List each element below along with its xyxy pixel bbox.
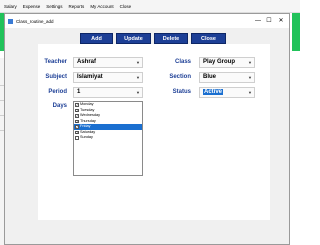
subject-label: Subject bbox=[45, 74, 67, 80]
minimize-button[interactable]: — bbox=[253, 16, 263, 26]
checkbox-icon[interactable] bbox=[75, 136, 79, 140]
class-label: Class bbox=[174, 59, 191, 65]
menu-close[interactable]: Close bbox=[120, 4, 132, 9]
status-value: Active bbox=[203, 89, 224, 95]
period-label: Period bbox=[48, 89, 67, 95]
section-value: Blue bbox=[203, 74, 217, 80]
add-button[interactable]: Add bbox=[80, 33, 113, 44]
dialog-titlebar[interactable]: Class_routine_add — ☐ ✕ bbox=[5, 14, 289, 28]
chevron-down-icon: ▼ bbox=[136, 75, 140, 80]
day-item[interactable]: Sunday bbox=[74, 135, 142, 141]
status-label: Status bbox=[172, 89, 191, 95]
period-value: 1 bbox=[77, 89, 81, 95]
days-label: Days bbox=[52, 103, 67, 109]
maximize-button[interactable]: ☐ bbox=[264, 16, 274, 26]
menu-settings[interactable]: Settings bbox=[46, 4, 62, 9]
checkbox-icon[interactable]: ✓ bbox=[75, 119, 79, 123]
menu-expense[interactable]: Expense bbox=[23, 4, 41, 9]
menu-salary[interactable]: Salary bbox=[4, 4, 17, 9]
menu-my-account[interactable]: My Account bbox=[90, 4, 113, 9]
chevron-down-icon: ▼ bbox=[136, 60, 140, 65]
class-select[interactable]: Play Group ▼ bbox=[199, 57, 255, 68]
checkbox-icon[interactable]: ✓ bbox=[75, 130, 79, 134]
teacher-value: Ashraf bbox=[77, 59, 97, 65]
main-menubar: Salary Expense Settings Reports My Accou… bbox=[0, 0, 300, 13]
checkbox-icon[interactable]: ✓ bbox=[75, 114, 79, 118]
teacher-label: Teacher bbox=[44, 59, 67, 65]
days-checklist[interactable]: ✓ Monday ✓ Tuesday ✓ Wednesday ✓ Thursday ✓ Frida… bbox=[73, 101, 143, 176]
checkbox-icon[interactable]: ✓ bbox=[75, 103, 79, 107]
app-icon bbox=[8, 18, 13, 24]
checkbox-icon[interactable]: ✓ bbox=[75, 125, 79, 129]
chevron-down-icon: ▼ bbox=[248, 90, 252, 95]
teacher-select[interactable]: Ashraf ▼ bbox=[73, 57, 143, 68]
menu-reports[interactable]: Reports bbox=[69, 4, 85, 9]
background-header-right bbox=[292, 13, 300, 51]
checkbox-icon[interactable]: ✓ bbox=[75, 108, 79, 112]
status-select[interactable]: Active ▼ bbox=[199, 87, 255, 98]
subject-select[interactable]: Islamiyat ▼ bbox=[73, 72, 143, 83]
day-label: Sunday bbox=[80, 135, 93, 139]
chevron-down-icon: ▼ bbox=[248, 60, 252, 65]
dialog-title: Class_routine_add bbox=[16, 18, 54, 24]
section-label: Section bbox=[169, 74, 191, 80]
class-value: Play Group bbox=[203, 59, 236, 65]
close-button[interactable]: Close bbox=[191, 33, 226, 44]
update-button[interactable]: Update bbox=[116, 33, 151, 44]
delete-button[interactable]: Delete bbox=[154, 33, 188, 44]
section-select[interactable]: Blue ▼ bbox=[199, 72, 255, 83]
chevron-down-icon: ▼ bbox=[136, 90, 140, 95]
period-select[interactable]: 1 ▼ bbox=[73, 87, 143, 98]
subject-value: Islamiyat bbox=[77, 74, 103, 80]
window-close-button[interactable]: ✕ bbox=[276, 16, 286, 26]
chevron-down-icon: ▼ bbox=[248, 75, 252, 80]
